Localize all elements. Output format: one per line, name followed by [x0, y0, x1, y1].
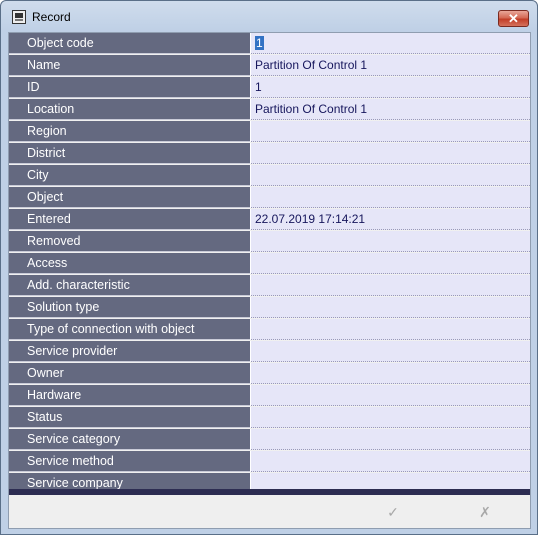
cancel-button[interactable]: ✗ [473, 502, 497, 522]
field-value[interactable] [251, 451, 530, 472]
grid-row: Service method [9, 451, 530, 473]
property-grid: Object code 1 Name Partition Of Control 1 ID… [9, 33, 530, 495]
grid-row: Type of connection with object [9, 319, 530, 341]
field-label: City [9, 165, 250, 186]
field-label: Add. characteristic [9, 275, 250, 296]
field-value[interactable] [251, 407, 530, 428]
field-label: Hardware [9, 385, 250, 406]
field-value[interactable]: Partition Of Control 1 [251, 99, 530, 120]
close-icon: ✕ [508, 11, 519, 26]
field-value[interactable] [251, 165, 530, 186]
grid-row: Region [9, 121, 530, 143]
grid-row: Status [9, 407, 530, 429]
title-bar[interactable]: Record ✕ [1, 1, 537, 31]
field-label: Owner [9, 363, 250, 384]
field-label: District [9, 143, 250, 164]
cross-icon: ✗ [479, 504, 491, 520]
selected-value-text[interactable]: 1 [255, 36, 264, 50]
grid-row: Service provider [9, 341, 530, 363]
field-value[interactable] [251, 253, 530, 274]
field-label: Type of connection with object [9, 319, 250, 340]
grid-row: Service category [9, 429, 530, 451]
field-label: Status [9, 407, 250, 428]
grid-row: Solution type [9, 297, 530, 319]
field-value[interactable]: 1 [251, 33, 530, 54]
field-label: Service category [9, 429, 250, 450]
field-label: Solution type [9, 297, 250, 318]
field-value[interactable] [251, 297, 530, 318]
grid-row: Add. characteristic [9, 275, 530, 297]
field-value[interactable]: 22.07.2019 17:14:21 [251, 209, 530, 230]
button-bar: ✓ ✗ [9, 495, 530, 528]
field-label: Access [9, 253, 250, 274]
field-value[interactable] [251, 275, 530, 296]
grid-row: Owner [9, 363, 530, 385]
close-button[interactable]: ✕ [498, 10, 529, 27]
field-value[interactable] [251, 319, 530, 340]
grid-row: Hardware [9, 385, 530, 407]
grid-row: Name Partition Of Control 1 [9, 55, 530, 77]
field-value[interactable] [251, 429, 530, 450]
record-window: Record ✕ Object code 1 Name Partition Of Co… [0, 0, 538, 535]
field-value[interactable]: 1 [251, 77, 530, 98]
field-label: Object [9, 187, 250, 208]
field-label: Service provider [9, 341, 250, 362]
grid-row: Object code 1 [9, 33, 530, 55]
field-label: Name [9, 55, 250, 76]
grid-row: Entered 22.07.2019 17:14:21 [9, 209, 530, 231]
field-label: Entered [9, 209, 250, 230]
ok-button[interactable]: ✓ [381, 502, 405, 522]
app-icon [12, 10, 26, 24]
field-value[interactable] [251, 121, 530, 142]
field-value[interactable] [251, 385, 530, 406]
field-value[interactable]: Partition Of Control 1 [251, 55, 530, 76]
grid-row: Removed [9, 231, 530, 253]
field-label: ID [9, 77, 250, 98]
check-icon: ✓ [387, 504, 399, 520]
grid-row: ID 1 [9, 77, 530, 99]
grid-row: Access [9, 253, 530, 275]
field-label: Location [9, 99, 250, 120]
field-label: Removed [9, 231, 250, 252]
field-value[interactable] [251, 341, 530, 362]
grid-row: City [9, 165, 530, 187]
grid-row: Location Partition Of Control 1 [9, 99, 530, 121]
field-value[interactable] [251, 187, 530, 208]
record-panel: Object code 1 Name Partition Of Control 1 ID… [8, 32, 531, 529]
field-value[interactable] [251, 363, 530, 384]
grid-row: District [9, 143, 530, 165]
grid-row: Object [9, 187, 530, 209]
field-value[interactable] [251, 143, 530, 164]
window-title: Record [32, 10, 71, 24]
field-label: Object code [9, 33, 250, 54]
field-label: Service method [9, 451, 250, 472]
field-label: Region [9, 121, 250, 142]
field-value[interactable] [251, 231, 530, 252]
